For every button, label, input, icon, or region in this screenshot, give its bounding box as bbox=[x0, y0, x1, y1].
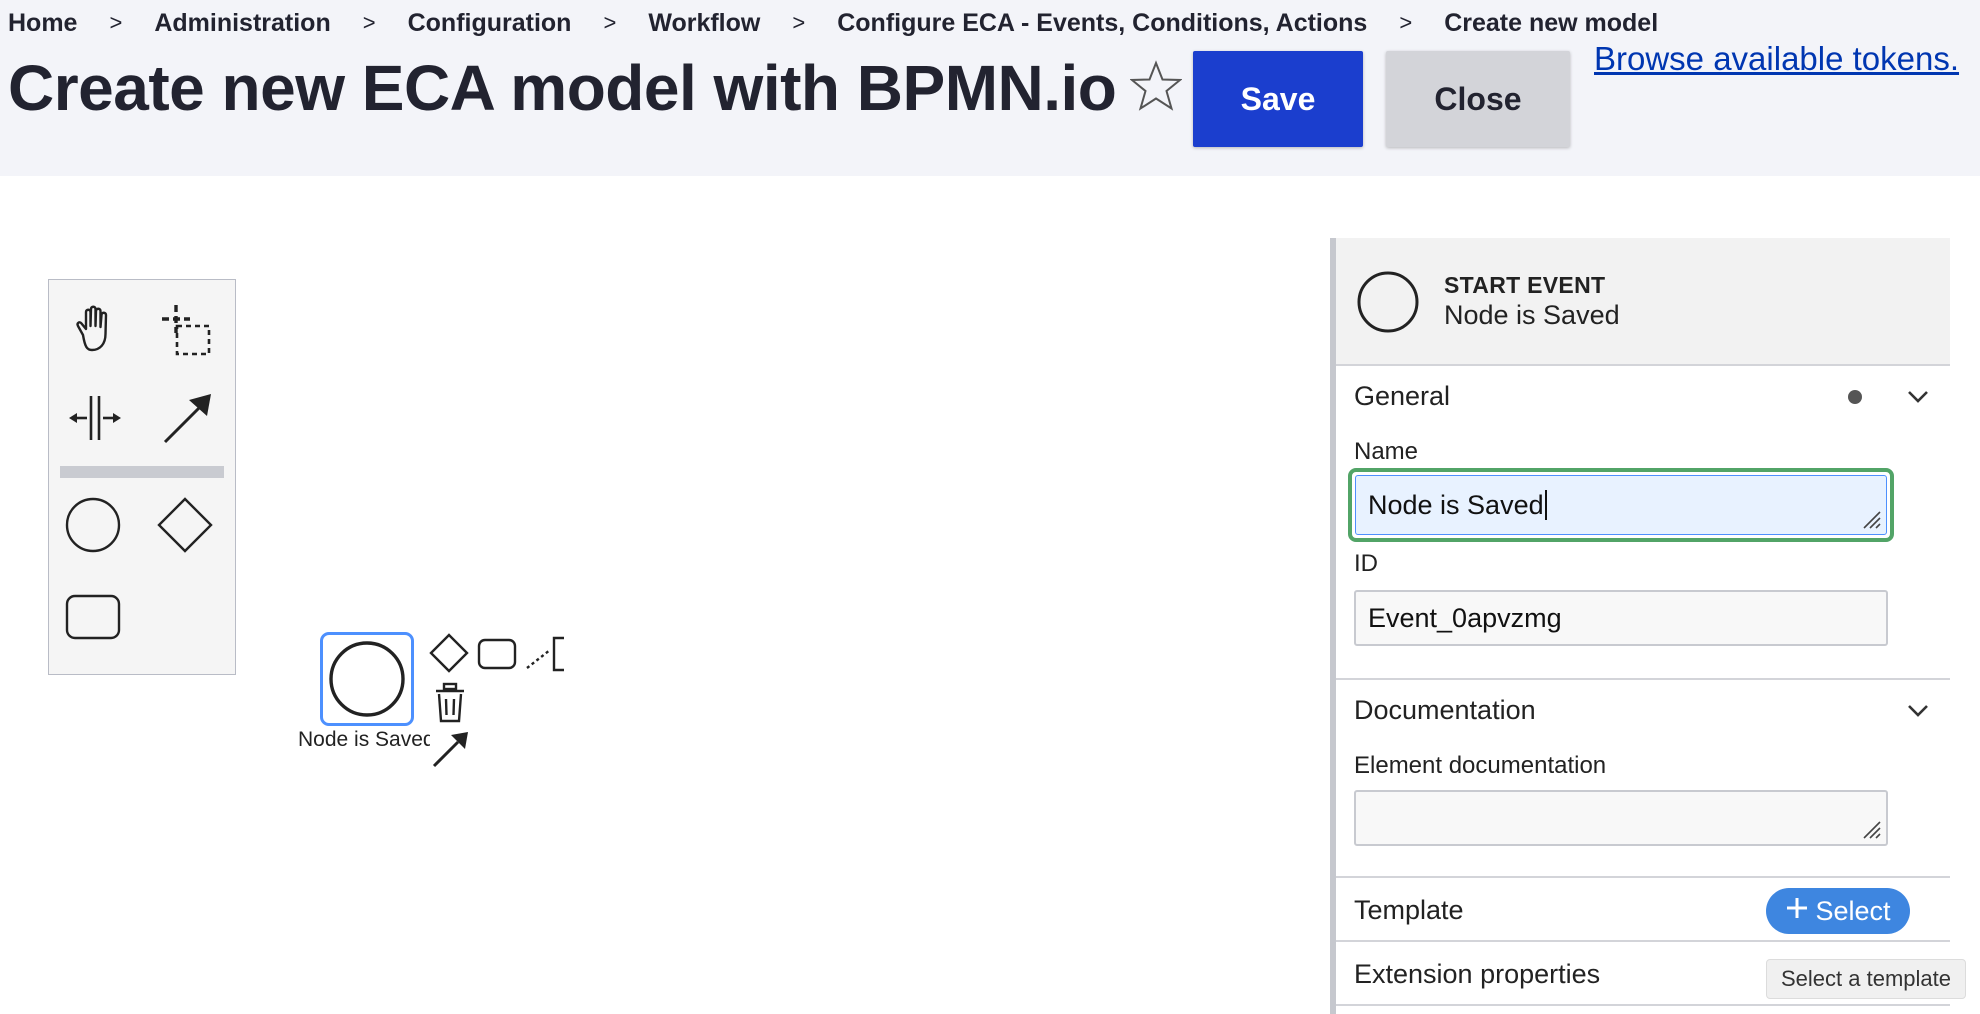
group-documentation-title: Documentation bbox=[1354, 694, 1536, 725]
resize-handle-icon[interactable] bbox=[1858, 816, 1882, 840]
divider bbox=[1336, 876, 1950, 878]
breadcrumb-current: Create new model bbox=[1444, 8, 1659, 37]
group-documentation[interactable]: Documentation bbox=[1336, 680, 1950, 740]
breadcrumb-home[interactable]: Home bbox=[8, 9, 77, 38]
chevron-down-icon[interactable] bbox=[1906, 698, 1930, 722]
breadcrumb-separator: > bbox=[1399, 10, 1413, 35]
name-label: Name bbox=[1354, 438, 1419, 465]
breadcrumb: Home > Administration > Configuration > … bbox=[8, 6, 1658, 40]
divider bbox=[1336, 1004, 1950, 1006]
group-extension-title: Extension properties bbox=[1354, 958, 1601, 989]
resize-handle-icon[interactable] bbox=[1858, 506, 1882, 530]
properties-header: START EVENT Node is Saved bbox=[1336, 238, 1950, 366]
breadcrumb-configuration[interactable]: Configuration bbox=[408, 9, 572, 38]
modified-indicator bbox=[1848, 390, 1862, 404]
element-name: Node is Saved bbox=[1444, 300, 1620, 330]
breadcrumb-separator: > bbox=[603, 10, 617, 35]
text-caret bbox=[1544, 490, 1547, 520]
id-input[interactable] bbox=[1354, 590, 1888, 646]
gateway-icon[interactable] bbox=[153, 493, 217, 557]
palette-separator bbox=[60, 466, 224, 478]
breadcrumb-separator: > bbox=[792, 10, 806, 35]
properties-panel: START EVENT Node is Saved General Name N… bbox=[1330, 238, 1950, 1014]
element-type: START EVENT bbox=[1444, 272, 1606, 298]
page-title: Create new ECA model with BPMN.io bbox=[8, 52, 1117, 124]
group-general-title: General bbox=[1354, 380, 1451, 411]
start-event-shape[interactable] bbox=[320, 632, 414, 726]
start-event-label: Node is Saved bbox=[298, 728, 430, 751]
breadcrumb-separator: > bbox=[362, 10, 376, 35]
save-button[interactable]: Save bbox=[1193, 51, 1363, 147]
browse-tokens-link[interactable]: Browse available tokens. bbox=[1594, 40, 1959, 78]
breadcrumb-configure-eca[interactable]: Configure ECA - Events, Conditions, Acti… bbox=[837, 9, 1367, 38]
name-input-value: Node is Saved bbox=[1368, 489, 1544, 520]
name-input[interactable]: Node is Saved bbox=[1355, 475, 1887, 535]
bpmn-palette bbox=[48, 279, 236, 675]
text-annotation-icon[interactable] bbox=[524, 634, 568, 674]
breadcrumb-separator: > bbox=[109, 10, 123, 35]
name-field-focus-ring: Node is Saved bbox=[1348, 468, 1894, 542]
id-label: ID bbox=[1354, 550, 1378, 577]
page-header: Home > Administration > Configuration > … bbox=[0, 0, 1980, 176]
start-event-icon[interactable] bbox=[61, 493, 125, 557]
group-template-title: Template bbox=[1354, 894, 1464, 925]
delete-icon[interactable] bbox=[430, 682, 470, 724]
star-icon[interactable] bbox=[1129, 60, 1183, 112]
element-documentation-label: Element documentation bbox=[1354, 752, 1607, 779]
append-gateway-icon[interactable] bbox=[428, 632, 470, 674]
select-template-button[interactable]: Select bbox=[1766, 888, 1910, 934]
append-task-icon[interactable] bbox=[476, 634, 518, 674]
select-template-tooltip: Select a template bbox=[1766, 959, 1966, 999]
chevron-down-icon[interactable] bbox=[1906, 384, 1930, 408]
global-connect-tool-icon[interactable] bbox=[155, 386, 219, 450]
task-icon[interactable] bbox=[61, 585, 125, 649]
start-event-icon bbox=[1356, 270, 1420, 334]
element-documentation-input[interactable] bbox=[1354, 790, 1888, 846]
lasso-tool-icon[interactable] bbox=[155, 298, 219, 362]
breadcrumb-workflow[interactable]: Workflow bbox=[648, 9, 760, 38]
connect-icon[interactable] bbox=[430, 728, 472, 770]
select-template-label: Select bbox=[1815, 895, 1891, 926]
divider bbox=[1336, 940, 1950, 942]
hand-tool-icon[interactable] bbox=[63, 298, 127, 362]
group-general[interactable]: General bbox=[1336, 366, 1950, 426]
space-tool-icon[interactable] bbox=[63, 386, 127, 450]
plus-icon bbox=[1785, 896, 1809, 927]
breadcrumb-administration[interactable]: Administration bbox=[154, 9, 330, 38]
close-button[interactable]: Close bbox=[1386, 51, 1570, 147]
